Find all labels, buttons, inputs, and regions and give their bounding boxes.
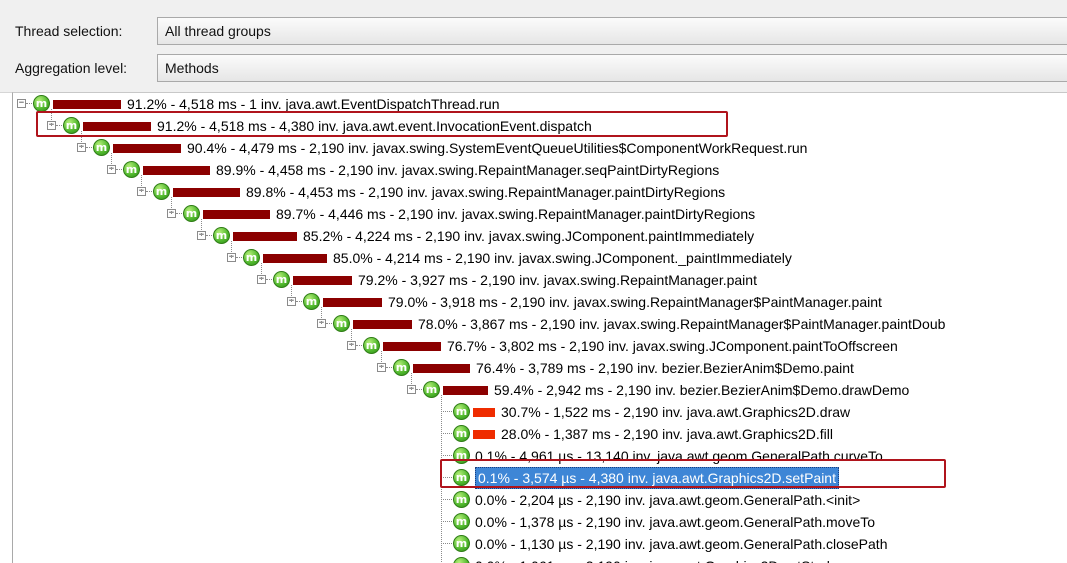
time-percentage-bar [323,298,382,307]
thread-selection-dropdown[interactable]: All thread groups [157,17,1067,45]
time-percentage-bar [413,364,470,373]
time-percentage-bar [293,276,352,285]
time-percentage-bar [173,188,240,197]
tree-guide-line [291,285,292,302]
method-icon: m [93,139,110,156]
method-icon: m [183,205,200,222]
tree-row[interactable]: − m 59.4% - 2,942 ms - 2,190 inv. bezier.B… [13,379,1067,401]
tree-row[interactable]: m 0.0% - 2,204 µs - 2,190 inv. java.awt.g… [13,489,1067,511]
tree-row[interactable]: m 0.0% - 1,130 µs - 2,190 inv. java.awt.g… [13,533,1067,555]
method-icon: m [303,293,320,310]
tree-guide-line [381,351,382,368]
tree-row-label: 30.7% - 1,522 ms - 2,190 inv. java.awt.G… [501,404,851,420]
tree-row-label: 76.7% - 3,802 ms - 2,190 inv. javax.swin… [447,338,898,354]
method-icon: m [363,337,380,354]
time-percentage-bar [233,232,297,241]
method-icon: m [453,535,470,552]
tree-row-label: 85.0% - 4,214 ms - 2,190 inv. javax.swin… [333,250,792,266]
call-tree[interactable]: − m 91.2% - 4,518 ms - 1 inv. java.awt.Eve… [12,92,1067,563]
tree-row-label: 0.0% - 2,204 µs - 2,190 inv. java.awt.ge… [475,492,861,508]
time-percentage-bar [383,342,441,351]
tree-row[interactable]: − m 89.9% - 4,458 ms - 2,190 inv. javax.sw… [13,159,1067,181]
method-icon: m [453,513,470,530]
tree-row[interactable]: − m 78.0% - 3,867 ms - 2,190 inv. javax.sw… [13,313,1067,335]
tree-row-label: 79.2% - 3,927 ms - 2,190 inv. javax.swin… [358,272,757,288]
tree-row[interactable]: − m 85.2% - 4,224 ms - 2,190 inv. javax.sw… [13,225,1067,247]
tree-row-label: 89.9% - 4,458 ms - 2,190 inv. javax.swin… [216,162,720,178]
time-percentage-bar [473,408,495,417]
method-icon: m [213,227,230,244]
tree-row-label: 89.7% - 4,446 ms - 2,190 inv. javax.swin… [276,206,756,222]
tree-guide-line [411,373,412,390]
method-icon: m [453,425,470,442]
method-icon: m [393,359,410,376]
thread-selection-label: Thread selection: [15,23,123,39]
tree-row[interactable]: − m 76.7% - 3,802 ms - 2,190 inv. javax.sw… [13,335,1067,357]
tree-guide-line [111,153,112,170]
aggregation-level-dropdown[interactable]: Methods [157,54,1067,82]
time-percentage-bar [143,166,210,175]
tree-row-label: 89.8% - 4,453 ms - 2,190 inv. javax.swin… [246,184,726,200]
tree-row[interactable]: − m 76.4% - 3,789 ms - 2,190 inv. bezier.B… [13,357,1067,379]
highlight-box-setpaint [440,459,946,488]
time-percentage-bar [53,100,121,109]
method-icon: m [243,249,260,266]
tree-row[interactable]: m0.0% - 1,061 µs - 2,190 inv. java.awt.G… [13,555,1067,563]
time-percentage-bar [443,386,488,395]
tree-row[interactable]: m 28.0% - 1,387 ms - 2,190 inv. java.awt.… [13,423,1067,445]
tree-row[interactable]: − m 79.2% - 3,927 ms - 2,190 inv. javax.sw… [13,269,1067,291]
method-icon: m [423,381,440,398]
collapse-toggle-icon[interactable]: − [17,99,26,108]
tree-row-label: 0.0% - 1,378 µs - 2,190 inv. java.awt.ge… [475,514,876,530]
tree-guide-line [231,241,232,258]
time-percentage-bar [473,430,495,439]
method-icon: m [453,491,470,508]
tree-guide-line [261,263,262,280]
method-icon: m [153,183,170,200]
tree-row-label: 90.4% - 4,479 ms - 2,190 inv. javax.swin… [187,140,808,156]
tree-row-label: 85.2% - 4,224 ms - 2,190 inv. javax.swin… [303,228,755,244]
tree-row-label: 28.0% - 1,387 ms - 2,190 inv. java.awt.G… [501,426,834,442]
tree-guide-line [171,197,172,214]
method-icon: m [123,161,140,178]
tree-guide-line [141,175,142,192]
method-icon: m [33,95,50,112]
tree-row-label: 59.4% - 2,942 ms - 2,190 inv. bezier.Bez… [494,382,910,398]
tree-guide-line [201,219,202,236]
method-icon: m [453,403,470,420]
tree-row-label: 0.0% - 1,130 µs - 2,190 inv. java.awt.ge… [475,536,888,552]
time-percentage-bar [263,254,327,263]
highlight-box-dispatch [36,111,728,137]
time-percentage-bar [113,144,181,153]
tree-guide-line [351,329,352,346]
tree-row-label: 0.0% - 1,061 µs - 2,190 inv. java.awt.Gr… [475,555,842,563]
tree-row[interactable]: m 0.0% - 1,378 µs - 2,190 inv. java.awt.g… [13,511,1067,533]
method-icon: m [333,315,350,332]
tree-row[interactable]: − m 90.4% - 4,479 ms - 2,190 inv. javax.sw… [13,137,1067,159]
tree-row-label: 78.0% - 3,867 ms - 2,190 inv. javax.swin… [418,316,946,332]
tree-row-label: 76.4% - 3,789 ms - 2,190 inv. bezier.Bez… [476,360,854,376]
toolbar-panel: Thread selection: All thread groups Aggr… [0,0,1067,93]
tree-guide-line [321,307,322,324]
tree-row[interactable]: m 30.7% - 1,522 ms - 2,190 inv. java.awt.… [13,401,1067,423]
tree-row[interactable]: − m 79.0% - 3,918 ms - 2,190 inv. javax.sw… [13,291,1067,313]
tree-row[interactable]: − m 85.0% - 4,214 ms - 2,190 inv. javax.sw… [13,247,1067,269]
time-percentage-bar [353,320,412,329]
time-percentage-bar [203,210,270,219]
tree-row-label: 79.0% - 3,918 ms - 2,190 inv. javax.swin… [388,294,882,310]
method-icon: m [273,271,290,288]
aggregation-level-label: Aggregation level: [15,60,128,76]
